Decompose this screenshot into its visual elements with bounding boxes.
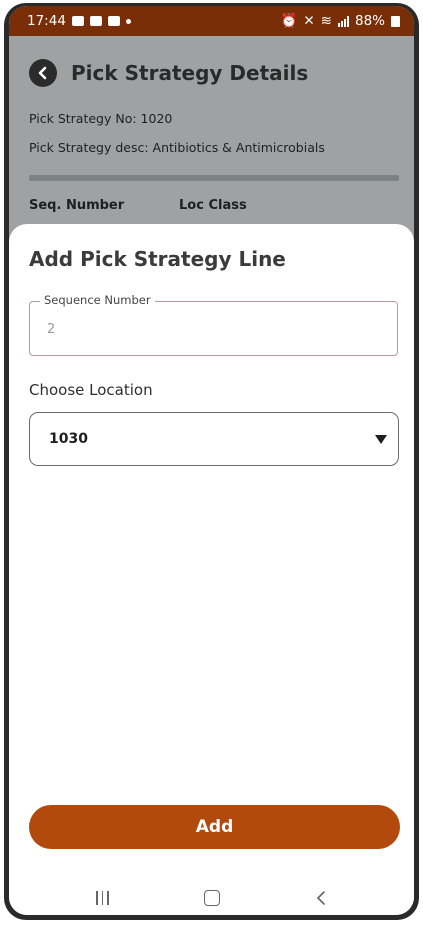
home-icon[interactable] (203, 889, 220, 906)
add-button[interactable]: Add (29, 805, 400, 849)
more-notifications-icon (125, 18, 131, 24)
chevron-left-icon (38, 66, 47, 80)
outlook-notification-icon (89, 16, 102, 26)
sequence-number-field[interactable]: Sequence Number 2 (29, 293, 398, 356)
strategy-description: Pick Strategy desc: Antibiotics & Antimi… (29, 140, 325, 155)
column-header-seq: Seq. Number (29, 198, 125, 213)
status-time: 17:44 (27, 13, 66, 29)
sheet-title: Add Pick Strategy Line (29, 247, 286, 271)
signal-icon (337, 15, 349, 27)
navigation-bar (9, 880, 414, 915)
back-nav-icon[interactable] (315, 890, 327, 906)
location-selected-value: 1030 (49, 431, 88, 447)
sequence-number-label: Sequence Number (40, 293, 155, 307)
page-title: Pick Strategy Details (71, 61, 309, 85)
sequence-number-value: 2 (47, 322, 56, 337)
choose-location-label: Choose Location (29, 381, 153, 399)
battery-icon (391, 15, 400, 27)
mute-icon: ✕ (303, 13, 315, 29)
battery-percentage: 88% (354, 13, 385, 29)
wifi-icon: ≋ (320, 13, 332, 29)
gallery-notification-icon (71, 16, 84, 26)
phone-frame: 17:44 ⏰ ✕ ≋ 88% Pick Strategy Details Pi… (4, 3, 419, 920)
status-bar: 17:44 ⏰ ✕ ≋ 88% (9, 6, 414, 36)
divider (29, 175, 399, 181)
recent-apps-icon[interactable] (96, 890, 109, 905)
page-header: Pick Strategy Details (29, 59, 308, 87)
strategy-number: Pick Strategy No: 1020 (29, 111, 173, 126)
alarm-icon: ⏰ (280, 13, 298, 29)
status-right: ⏰ ✕ ≋ 88% (281, 13, 400, 29)
dropdown-arrow-icon (375, 435, 387, 444)
back-button[interactable] (29, 59, 57, 87)
column-header-loc-class: Loc Class (179, 198, 247, 213)
bottom-sheet: Add Pick Strategy Line Sequence Number 2… (9, 224, 414, 915)
location-select[interactable]: 1030 (29, 412, 399, 466)
teams-notification-icon (107, 16, 120, 26)
status-left: 17:44 (27, 13, 131, 29)
screen: 17:44 ⏰ ✕ ≋ 88% Pick Strategy Details Pi… (9, 6, 414, 915)
